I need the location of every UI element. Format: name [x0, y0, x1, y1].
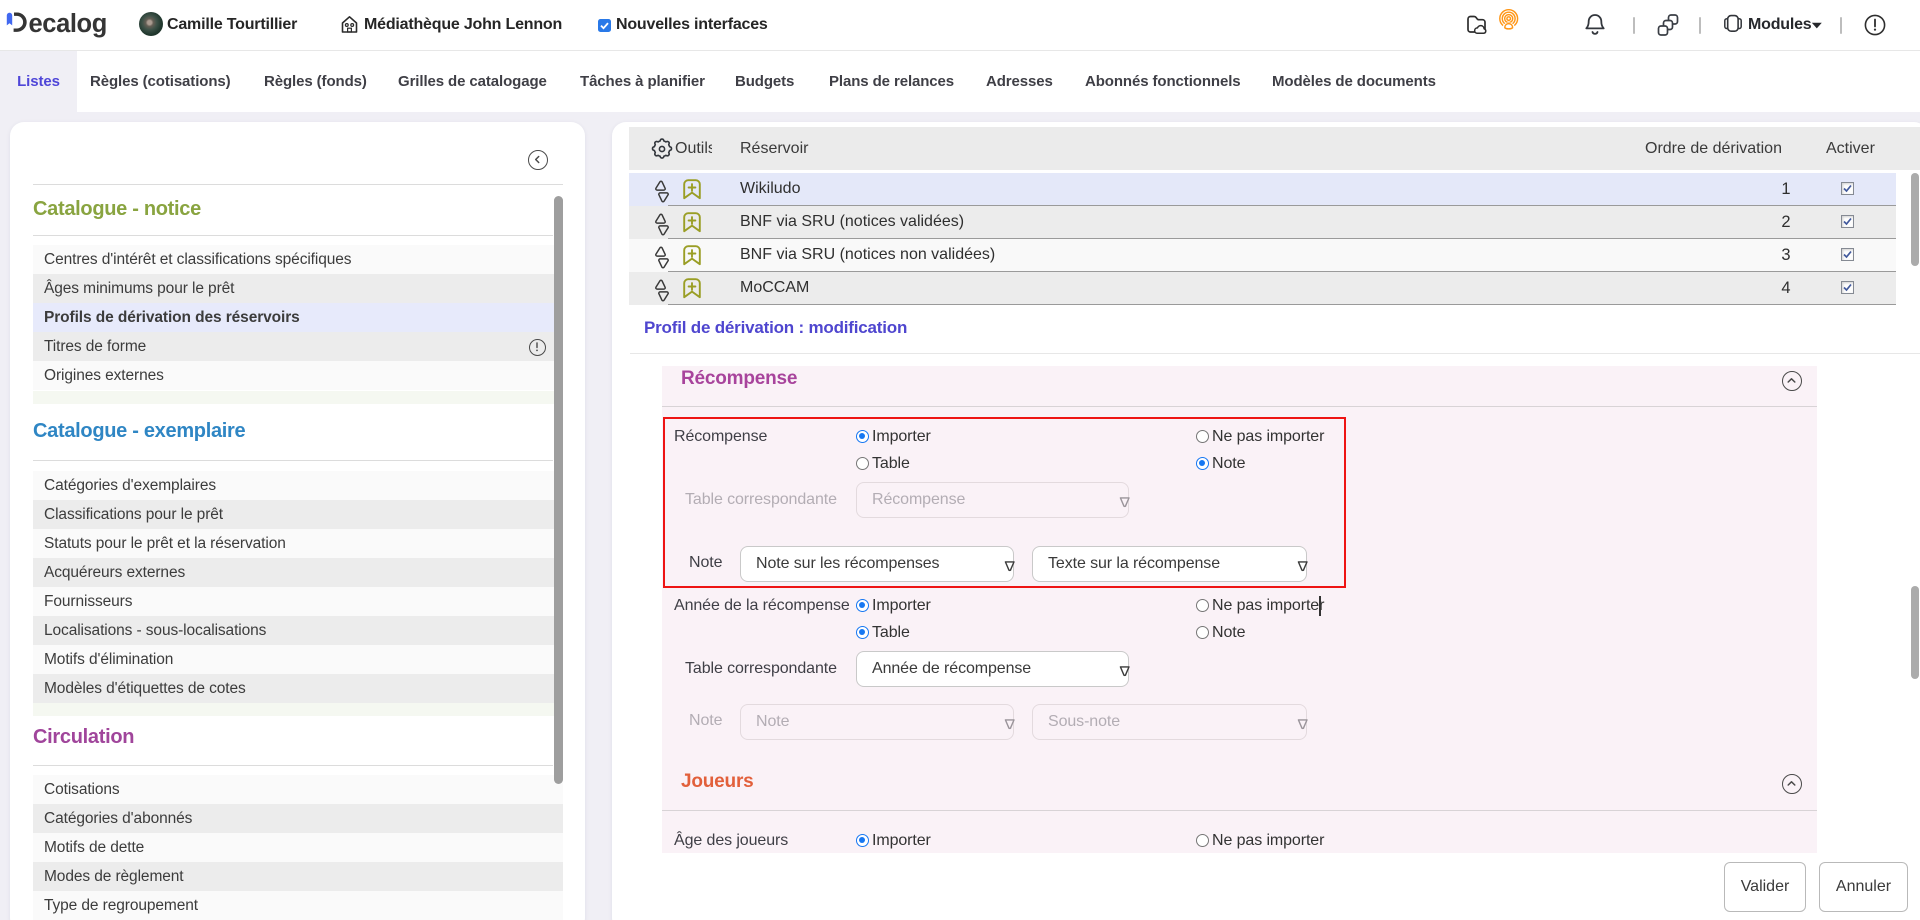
- svg-text:ecalog: ecalog: [29, 10, 107, 38]
